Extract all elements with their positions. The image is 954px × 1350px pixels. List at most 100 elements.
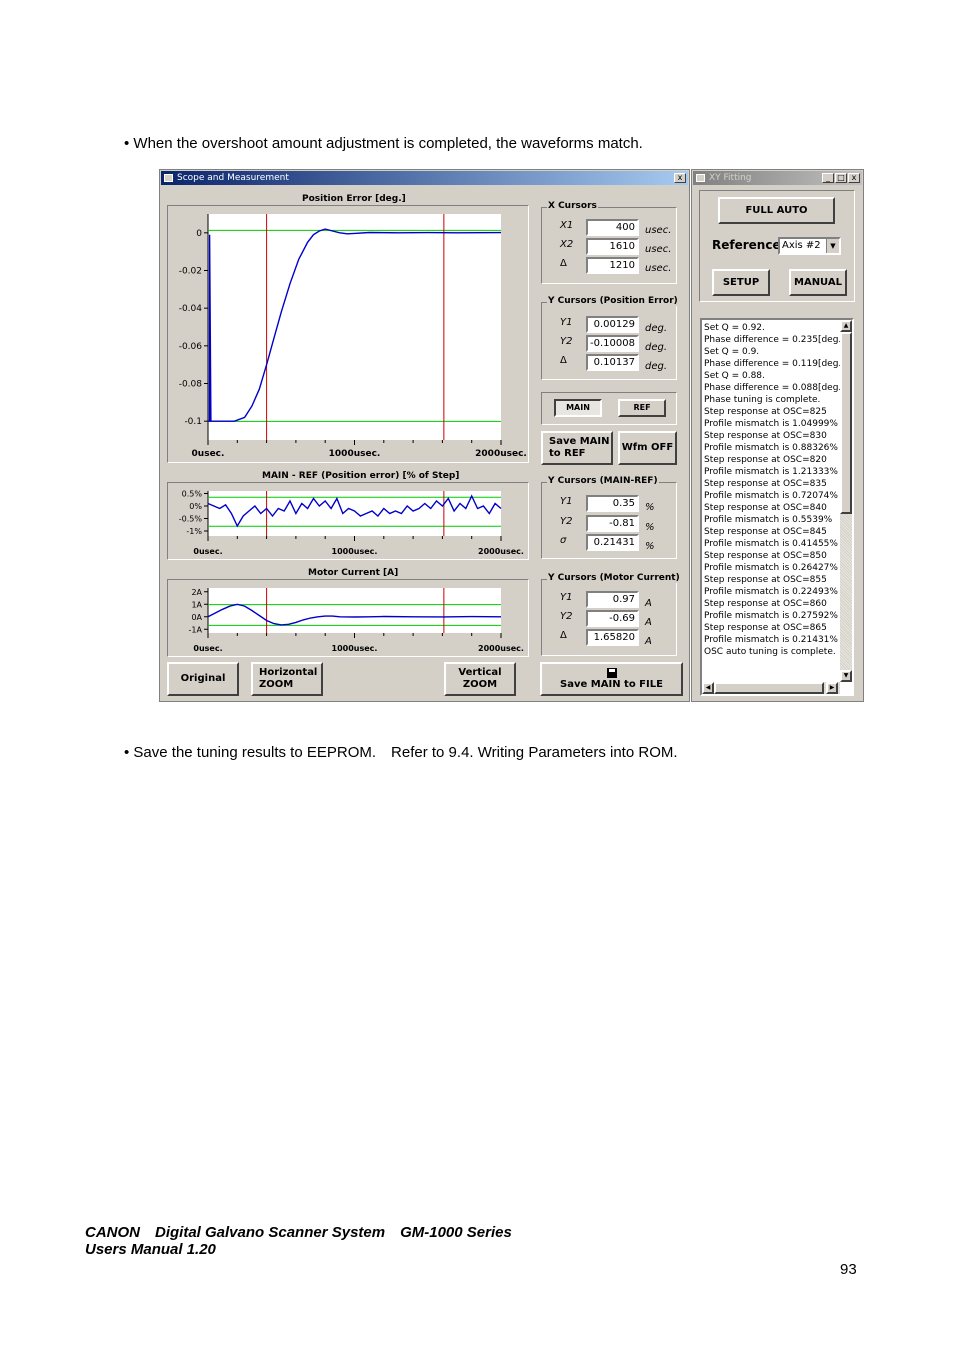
log-line: Phase tuning is complete. <box>704 395 821 405</box>
y-tick-label: 2A <box>191 588 202 597</box>
intro-paragraph: • When the overshoot amount adjustment i… <box>124 135 643 152</box>
y-tick-label: -0.5% <box>179 515 203 524</box>
log-line: Profile mismatch is 1.04999% <box>704 419 838 429</box>
main-ref-title: MAIN - REF (Position error) [% of Step] <box>262 471 460 481</box>
pos-delta-label: Δ <box>560 355 567 366</box>
save-main-to-file-label: Save MAIN to FILE <box>560 678 663 690</box>
pos-y2-input[interactable]: -0.10008 <box>586 335 639 352</box>
log-line: Step response at OSC=825 <box>704 407 827 417</box>
y-tick-label: -0.02 <box>179 267 202 277</box>
mc-y2-unit: A <box>645 617 652 628</box>
pos-y1-unit: deg. <box>645 323 668 334</box>
y-tick-label: -1A <box>189 625 203 634</box>
scroll-up-icon[interactable]: ▲ <box>840 320 852 332</box>
y-cursors-mainref-group: Y Cursors (MAIN-REF) Y1 0.35 % Y2 -0.81 … <box>541 476 677 559</box>
full-auto-button[interactable]: FULL AUTO <box>718 197 835 224</box>
mc-y2-label: Y2 <box>560 611 573 622</box>
mc-y2-input[interactable]: -0.69 <box>586 610 639 627</box>
mc-y1-label: Y1 <box>560 592 573 603</box>
tuning-log[interactable]: Set Q = 0.92. Phase difference = 0.235[de… <box>700 318 854 696</box>
motor-current-title: Motor Current [A] <box>308 568 399 578</box>
save-paragraph: • Save the tuning results to EEPROM. Ref… <box>124 744 678 761</box>
x-tick-label: 2000usec. <box>475 449 527 459</box>
pos-y1-input[interactable]: 0.00129 <box>586 316 639 333</box>
y-cursors-mainref-title: Y Cursors (MAIN-REF) <box>547 476 659 486</box>
mr-y1-input[interactable]: 0.35 <box>586 495 639 512</box>
y-tick-label: 1A <box>191 600 202 609</box>
motor-current-chart[interactable]: 2A 1A 0A -1A 0usec. 1000usec. 2000usec. <box>168 580 528 656</box>
pos-delta-unit: deg. <box>645 361 668 372</box>
position-error-chart[interactable]: 0 -0.02 -0.04 -0.06 -0.08 -0.1 0usec. 1000usec.… <box>168 206 528 462</box>
scroll-left-icon[interactable]: ◀ <box>702 682 714 694</box>
scope-window-title: Scope and Measurement <box>177 173 289 183</box>
horizontal-zoom-button[interactable]: Horizontal ZOOM <box>251 662 323 696</box>
mc-delta-unit: A <box>645 636 652 647</box>
y-tick-label: -0.04 <box>179 304 203 314</box>
scroll-thumb[interactable] <box>840 332 852 514</box>
mc-y1-input[interactable]: 0.97 <box>586 591 639 608</box>
footer-manual-version: Users Manual 1.20 <box>85 1241 216 1258</box>
minimize-icon[interactable]: _ <box>822 173 834 183</box>
log-line: Phase difference = 0.119[deg.] <box>704 359 845 369</box>
manual-button[interactable]: MANUAL <box>789 269 847 296</box>
x-tick-label: 0usec. <box>192 449 225 459</box>
y-tick-label: 0.5% <box>182 490 203 499</box>
xy-window-titlebar[interactable]: XY Fitting _ □ x <box>693 171 862 185</box>
main-ref-chart[interactable]: 0.5% 0% -0.5% -1% 0usec. 1000usec. 2000usec. <box>168 483 528 559</box>
x-delta-field: 1210 <box>586 257 639 274</box>
scope-window-titlebar[interactable]: Scope and Measurement x <box>161 171 688 185</box>
vertical-zoom-button[interactable]: Vertical ZOOM <box>444 662 516 696</box>
y-tick-label: 0A <box>191 613 202 622</box>
page-number: 93 <box>840 1261 857 1278</box>
close-icon[interactable]: x <box>848 173 860 183</box>
log-line: Step response at OSC=830 <box>704 431 827 441</box>
log-line: Set Q = 0.92. <box>704 323 765 333</box>
position-error-title: Position Error [deg.] <box>302 194 406 204</box>
scroll-down-icon[interactable]: ▼ <box>840 670 852 682</box>
pos-delta-field: 0.10137 <box>586 354 639 371</box>
mc-delta-label: Δ <box>560 630 567 641</box>
pos-y1-label: Y1 <box>560 317 573 328</box>
log-lines: Set Q = 0.92. Phase difference = 0.235[de… <box>702 322 845 658</box>
chevron-down-icon[interactable]: ▼ <box>826 239 839 253</box>
mr-sigma-label: σ <box>560 535 567 546</box>
x-tick-label: 1000usec. <box>332 547 378 556</box>
x-tick-label: 1000usec. <box>332 644 378 653</box>
ref-button[interactable]: REF <box>618 399 666 417</box>
main-button[interactable]: MAIN <box>554 399 602 417</box>
x1-input[interactable]: 400 <box>586 219 639 236</box>
log-line: Profile mismatch is 0.88326% <box>704 443 838 453</box>
mr-y2-input[interactable]: -0.81 <box>586 515 639 532</box>
intro-text: When the overshoot amount adjustment is … <box>133 135 643 152</box>
scroll-right-icon[interactable]: ▶ <box>826 682 838 694</box>
maximize-icon[interactable]: □ <box>835 173 847 183</box>
log-line: Profile mismatch is 0.5539% <box>704 515 833 525</box>
log-line: OSC auto tuning is complete. <box>704 647 836 657</box>
floppy-disk-icon <box>606 667 617 678</box>
log-line: Step response at OSC=850 <box>704 551 827 561</box>
h-scroll-thumb[interactable] <box>714 682 824 694</box>
reference-value: Axis #2 <box>782 240 821 251</box>
mr-sigma-unit: % <box>645 541 655 552</box>
wfm-off-button[interactable]: Wfm OFF <box>618 431 677 465</box>
xy-window-title: XY Fitting <box>709 173 752 183</box>
xy-fitting-window: XY Fitting _ □ x FULL AUTO Reference Axi… <box>691 169 864 702</box>
x2-input[interactable]: 1610 <box>586 238 639 255</box>
x-cursors-group: X Cursors X1 400 usec. X2 1610 usec. Δ 1… <box>541 201 677 284</box>
log-line: Profile mismatch is 0.21431% <box>704 635 838 645</box>
close-icon[interactable]: x <box>674 173 686 183</box>
y-tick-label: 0% <box>189 502 202 511</box>
log-line: Profile mismatch is 0.27592% <box>704 611 838 621</box>
x2-label: X2 <box>560 239 574 250</box>
save-main-to-ref-button[interactable]: Save MAIN to REF <box>541 431 613 465</box>
setup-button[interactable]: SETUP <box>712 269 770 296</box>
y-cursors-position-title: Y Cursors (Position Error) <box>547 296 679 306</box>
vertical-scrollbar[interactable]: ▲ ▼ <box>840 320 852 682</box>
save-main-to-file-button[interactable]: Save MAIN to FILE <box>540 662 683 696</box>
x-tick-label: 0usec. <box>193 644 222 653</box>
original-button[interactable]: Original <box>167 662 239 696</box>
horizontal-scrollbar[interactable]: ◀ ▶ <box>702 682 840 694</box>
log-line: Profile mismatch is 0.41455% <box>704 539 838 549</box>
reference-select[interactable]: Axis #2 ▼ <box>778 237 841 255</box>
mr-y1-unit: % <box>645 502 655 513</box>
